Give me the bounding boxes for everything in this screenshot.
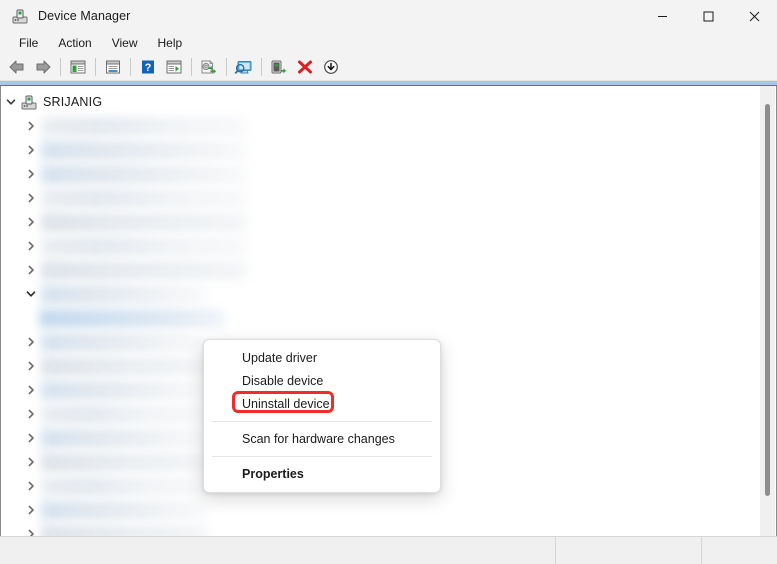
show-hide-console-tree-icon[interactable] bbox=[65, 55, 91, 79]
status-pane-2 bbox=[556, 537, 702, 564]
device-manager-window: Device Manager File Action View Help ? S… bbox=[0, 0, 777, 564]
minimize-button[interactable] bbox=[639, 0, 685, 32]
chevron-right-icon[interactable] bbox=[21, 121, 41, 131]
device-category-label bbox=[41, 236, 247, 256]
chevron-right-icon[interactable] bbox=[21, 481, 41, 491]
status-pane-3 bbox=[702, 537, 777, 564]
device-category-label bbox=[41, 212, 247, 232]
status-pane-1 bbox=[0, 537, 556, 564]
window-controls bbox=[639, 0, 777, 32]
chevron-down-icon[interactable] bbox=[1, 97, 21, 107]
tree-row-category-expanded[interactable] bbox=[1, 282, 760, 306]
menu-action[interactable]: Action bbox=[48, 34, 101, 53]
tree-row-category[interactable] bbox=[1, 186, 760, 210]
chevron-right-icon[interactable] bbox=[21, 337, 41, 347]
tree-root-label: SRIJANIG bbox=[43, 95, 103, 109]
context-menu-separator bbox=[212, 421, 432, 422]
tree-row-category[interactable] bbox=[1, 138, 760, 162]
device-category-label bbox=[41, 116, 247, 136]
menu-file[interactable]: File bbox=[9, 34, 48, 53]
toolbar-separator bbox=[60, 58, 61, 76]
device-label bbox=[41, 524, 207, 536]
tree-row-device[interactable] bbox=[1, 498, 760, 522]
menu-bar: File Action View Help bbox=[0, 32, 777, 54]
content-area: SRIJANIG Update driver Disable device Un… bbox=[0, 86, 777, 536]
chevron-right-icon[interactable] bbox=[21, 265, 41, 275]
vertical-scrollbar[interactable] bbox=[760, 86, 775, 536]
context-menu-separator bbox=[212, 456, 432, 457]
chevron-right-icon[interactable] bbox=[21, 529, 41, 536]
tree-row-category[interactable] bbox=[1, 234, 760, 258]
chevron-right-icon[interactable] bbox=[21, 457, 41, 467]
enable-device-icon[interactable] bbox=[266, 55, 292, 79]
tree-row-category[interactable] bbox=[1, 162, 760, 186]
maximize-button[interactable] bbox=[685, 0, 731, 32]
window-title: Device Manager bbox=[38, 9, 131, 23]
tree-row-device-selected[interactable] bbox=[1, 306, 760, 330]
chevron-right-icon[interactable] bbox=[21, 241, 41, 251]
show-hide-action-pane-icon[interactable] bbox=[161, 55, 187, 79]
chevron-right-icon[interactable] bbox=[21, 193, 41, 203]
chevron-right-icon[interactable] bbox=[21, 145, 41, 155]
context-menu-disable-device[interactable]: Disable device bbox=[204, 370, 440, 392]
device-category-label bbox=[41, 164, 247, 184]
status-bar bbox=[0, 536, 777, 564]
tree-row-device[interactable] bbox=[1, 522, 760, 536]
toolbar: ? bbox=[0, 54, 777, 80]
toolbar-separator bbox=[130, 58, 131, 76]
menu-help[interactable]: Help bbox=[148, 34, 193, 53]
help-icon[interactable]: ? bbox=[135, 55, 161, 79]
scrollbar-thumb[interactable] bbox=[765, 104, 770, 496]
svg-text:?: ? bbox=[145, 62, 152, 74]
device-label bbox=[41, 356, 207, 376]
forward-icon[interactable] bbox=[30, 55, 56, 79]
device-category-label bbox=[41, 140, 247, 160]
chevron-right-icon[interactable] bbox=[21, 433, 41, 443]
tree-row-category[interactable] bbox=[1, 258, 760, 282]
context-menu-scan-for-hardware-changes[interactable]: Scan for hardware changes bbox=[204, 428, 440, 450]
chevron-right-icon[interactable] bbox=[21, 505, 41, 515]
chevron-right-icon[interactable] bbox=[21, 217, 41, 227]
toolbar-separator bbox=[191, 58, 192, 76]
chevron-right-icon[interactable] bbox=[21, 169, 41, 179]
chevron-right-icon[interactable] bbox=[21, 385, 41, 395]
chevron-right-icon[interactable] bbox=[21, 409, 41, 419]
title-bar: Device Manager bbox=[0, 0, 777, 32]
toolbar-separator bbox=[226, 58, 227, 76]
close-button[interactable] bbox=[731, 0, 777, 32]
tree-row-root[interactable]: SRIJANIG bbox=[1, 90, 760, 114]
context-menu[interactable]: Update driver Disable device Uninstall d… bbox=[203, 339, 441, 493]
back-icon[interactable] bbox=[4, 55, 30, 79]
properties-icon[interactable] bbox=[100, 55, 126, 79]
toolbar-separator bbox=[261, 58, 262, 76]
device-label bbox=[41, 452, 207, 472]
device-label bbox=[41, 500, 207, 520]
disable-device-icon[interactable] bbox=[318, 55, 344, 79]
device-label-selected bbox=[39, 308, 225, 328]
tree-row-category[interactable] bbox=[1, 210, 760, 234]
uninstall-device-icon[interactable] bbox=[292, 55, 318, 79]
context-menu-update-driver[interactable]: Update driver bbox=[204, 347, 440, 369]
update-driver-icon[interactable] bbox=[196, 55, 222, 79]
title-bar-left: Device Manager bbox=[0, 8, 130, 24]
device-label bbox=[41, 332, 207, 352]
toolbar-separator bbox=[95, 58, 96, 76]
device-label bbox=[41, 428, 207, 448]
device-manager-icon bbox=[12, 8, 28, 24]
device-category-label bbox=[41, 260, 247, 280]
scan-for-hardware-changes-icon[interactable] bbox=[231, 55, 257, 79]
computer-icon bbox=[21, 94, 37, 110]
device-label bbox=[41, 476, 207, 496]
tree-row-category[interactable] bbox=[1, 114, 760, 138]
device-label bbox=[41, 380, 207, 400]
menu-view[interactable]: View bbox=[102, 34, 148, 53]
device-label bbox=[41, 404, 207, 424]
chevron-down-icon[interactable] bbox=[21, 289, 41, 299]
device-category-label bbox=[41, 284, 207, 304]
device-category-label bbox=[41, 188, 247, 208]
context-menu-properties[interactable]: Properties bbox=[204, 463, 440, 485]
context-menu-uninstall-device[interactable]: Uninstall device bbox=[204, 391, 440, 415]
chevron-right-icon[interactable] bbox=[21, 361, 41, 371]
